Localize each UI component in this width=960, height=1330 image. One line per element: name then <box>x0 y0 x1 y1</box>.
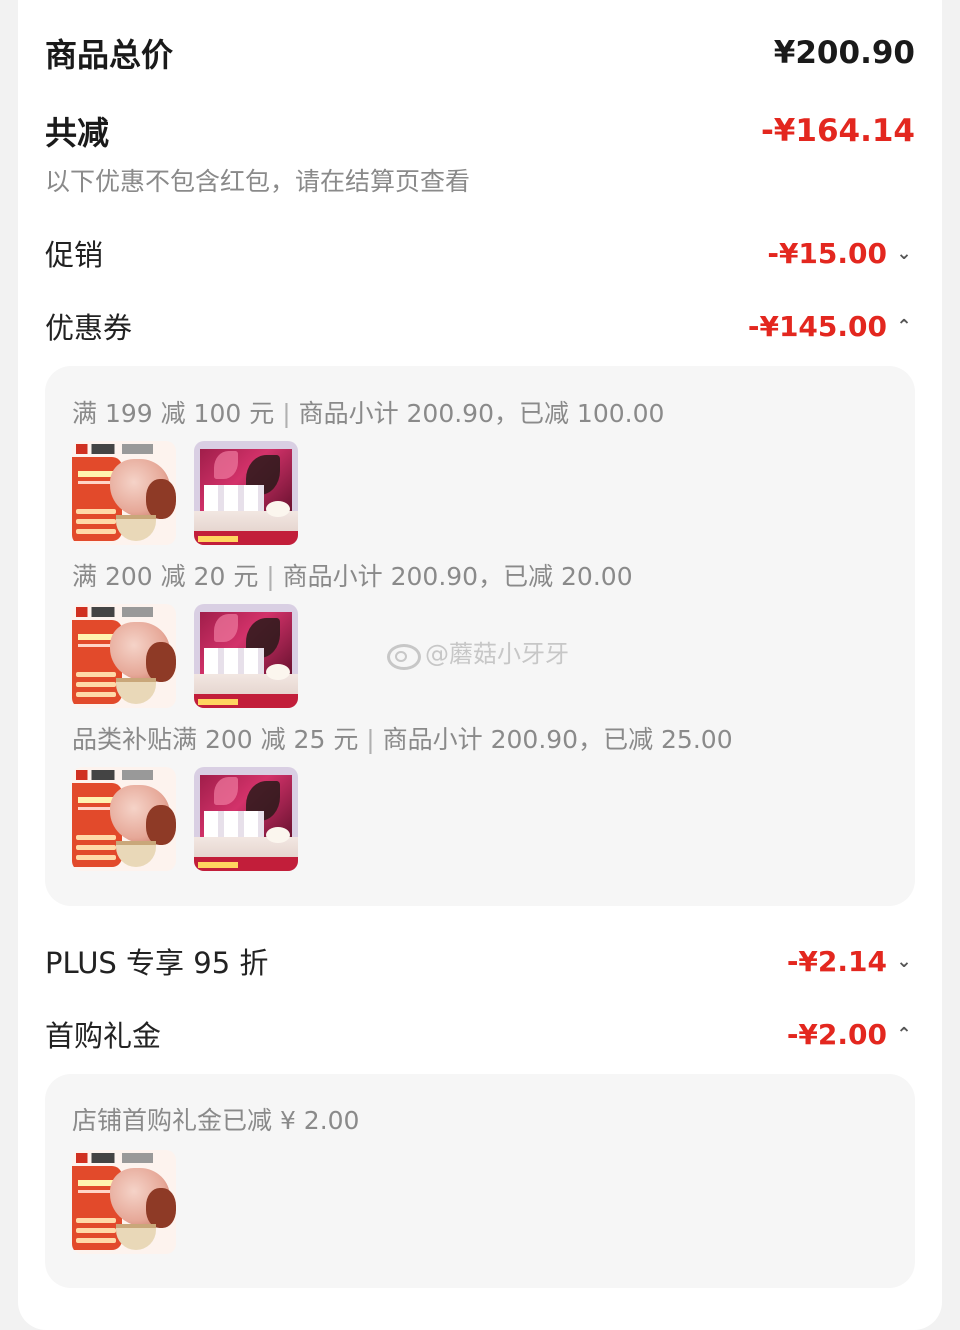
coupon-detail: 商品小计 200.90，已减 100.00 <box>298 399 665 428</box>
first-purchase-gift-value: -¥2.00 <box>786 1017 887 1051</box>
plus-discount-label: PLUS 专享 95 折 <box>45 946 269 980</box>
product-thumbnail[interactable] <box>194 767 298 871</box>
total-discount-label: 共减 <box>45 114 110 152</box>
chevron-up-icon[interactable]: ⌃ <box>893 316 915 337</box>
product-thumbnail[interactable] <box>72 1150 176 1254</box>
coupon-row[interactable]: 优惠券 -¥145.00 ⌃ <box>45 305 915 347</box>
gift-product-list <box>72 1150 176 1254</box>
coupon-value: -¥145.00 <box>747 309 887 343</box>
coupon-item-title: 满 199 减 100 元 | 商品小计 200.90，已减 100.00 <box>72 399 665 428</box>
product-thumbnail[interactable] <box>72 441 176 545</box>
coupon-product-list <box>72 767 298 871</box>
discount-note: 以下优惠不包含红包，请在结算页查看 <box>45 167 471 196</box>
plus-discount-value: -¥2.14 <box>786 944 887 978</box>
coupon-name: 满 200 减 20 元 <box>72 562 259 591</box>
weibo-icon <box>385 638 421 670</box>
coupon-detail: 商品小计 200.90，已减 20.00 <box>282 562 633 591</box>
promo-row[interactable]: 促销 -¥15.00 ⌄ <box>45 232 915 274</box>
watermark-text: @蘑菇小牙牙 <box>425 640 569 668</box>
total-price-label: 商品总价 <box>45 36 174 74</box>
promo-value: -¥15.00 <box>767 236 887 270</box>
coupon-name: 品类补贴满 200 减 25 元 <box>72 725 359 754</box>
total-discount-value: -¥164.14 <box>760 113 915 149</box>
first-purchase-gift-label: 首购礼金 <box>45 1019 162 1053</box>
gift-detail-panel: 店铺首购礼金已减 ¥ 2.00 <box>45 1074 915 1288</box>
coupon-name: 满 199 减 100 元 <box>72 399 275 428</box>
product-thumbnail[interactable] <box>72 604 176 708</box>
chevron-up-icon[interactable]: ⌃ <box>893 1024 915 1045</box>
coupon-item-title: 满 200 减 20 元 | 商品小计 200.90，已减 20.00 <box>72 562 633 591</box>
watermark: @蘑菇小牙牙 <box>385 634 569 670</box>
total-price-value: ¥200.90 <box>773 35 915 71</box>
first-purchase-gift-row[interactable]: 首购礼金 -¥2.00 ⌃ <box>45 1013 915 1055</box>
coupon-product-list <box>72 604 298 708</box>
coupon-label: 优惠券 <box>45 311 133 345</box>
coupon-detail: 商品小计 200.90，已减 25.00 <box>382 725 733 754</box>
coupon-item-title: 品类补贴满 200 减 25 元 | 商品小计 200.90，已减 25.00 <box>72 725 733 754</box>
gift-detail-text: 店铺首购礼金已减 ¥ 2.00 <box>72 1106 360 1135</box>
promo-label: 促销 <box>45 238 104 272</box>
product-thumbnail[interactable] <box>194 441 298 545</box>
plus-discount-row[interactable]: PLUS 专享 95 折 -¥2.14 ⌄ <box>45 940 915 982</box>
total-discount-row: 共减 -¥164.14 <box>45 108 915 154</box>
total-price-row: 商品总价 ¥200.90 <box>45 30 915 76</box>
chevron-down-icon[interactable]: ⌄ <box>893 951 915 972</box>
coupon-product-list <box>72 441 298 545</box>
product-thumbnail[interactable] <box>72 767 176 871</box>
product-thumbnail[interactable] <box>194 604 298 708</box>
chevron-down-icon[interactable]: ⌄ <box>893 243 915 264</box>
